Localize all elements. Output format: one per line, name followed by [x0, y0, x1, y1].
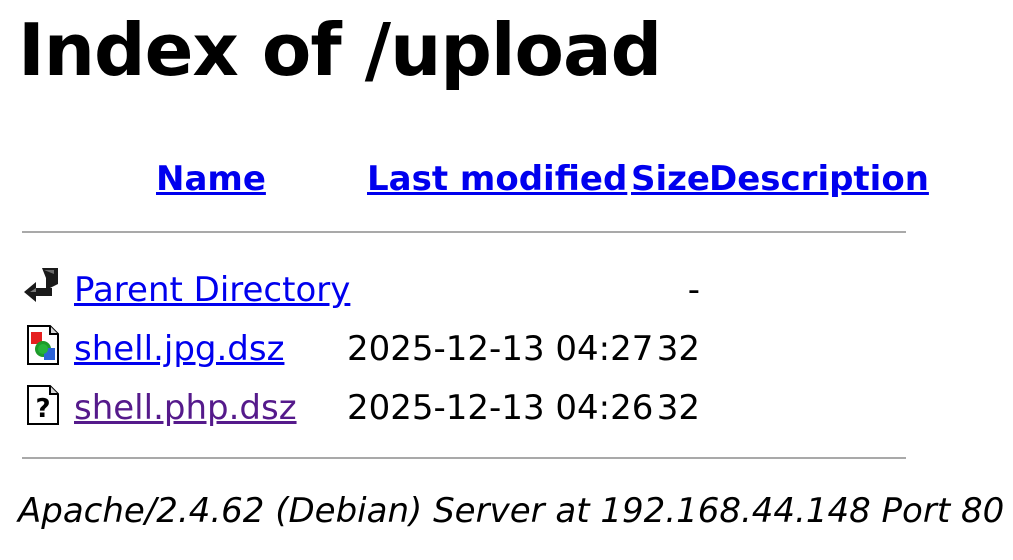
- top-divider: [22, 231, 906, 233]
- sort-by-last-modified-link[interactable]: Last modified: [367, 162, 627, 196]
- sort-by-name-link[interactable]: Name: [156, 162, 266, 196]
- svg-text:?: ?: [35, 394, 50, 424]
- bottom-divider: [22, 457, 906, 459]
- server-signature: Apache/2.4.62 (Debian) Server at 192.168…: [18, 491, 1005, 531]
- last-modified-value: 2025-12-13 04:27: [347, 329, 654, 369]
- sort-by-size-link[interactable]: Size: [631, 162, 710, 196]
- unknown-file-icon: ?: [22, 384, 64, 426]
- file-link-shell-jpg-dsz[interactable]: shell.jpg.dsz: [74, 332, 284, 366]
- file-size: 32: [656, 329, 700, 369]
- back-arrow-icon: [22, 264, 64, 306]
- file-link-parent-directory[interactable]: Parent Directory: [74, 273, 350, 307]
- sort-by-description-link[interactable]: Description: [709, 162, 929, 196]
- last-modified-value: 2025-12-13 04:26: [347, 388, 654, 428]
- page-title: Index of /upload: [18, 8, 662, 92]
- file-link-shell-php-dsz[interactable]: shell.php.dsz: [74, 391, 297, 425]
- file-size: 32: [656, 388, 700, 428]
- image-file-icon: [22, 324, 64, 366]
- file-size: -: [687, 270, 700, 310]
